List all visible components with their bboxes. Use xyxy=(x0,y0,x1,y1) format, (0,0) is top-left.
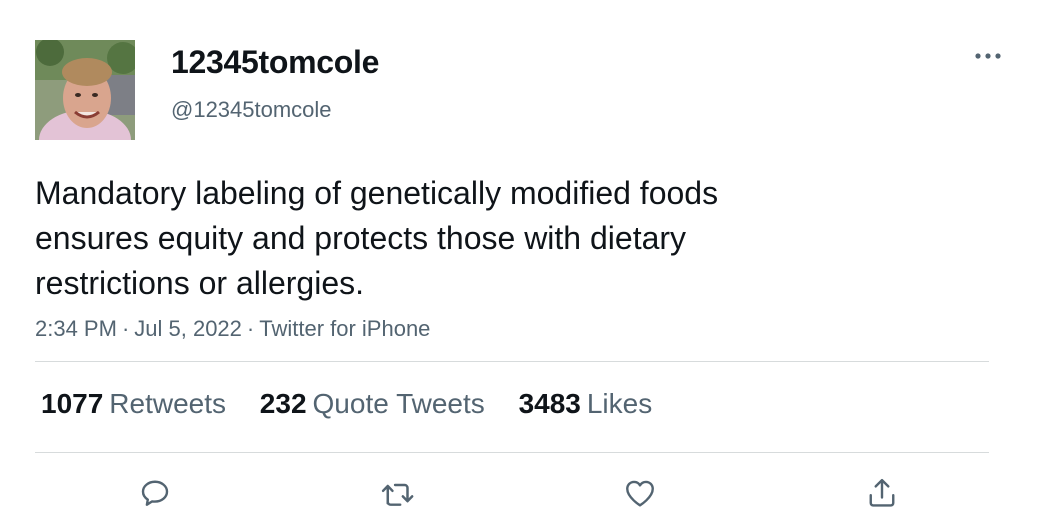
divider xyxy=(35,361,989,362)
share-icon xyxy=(869,478,895,507)
like-button[interactable] xyxy=(620,473,660,513)
retweets-count: 1077 xyxy=(41,388,104,419)
more-horizontal-icon[interactable] xyxy=(972,42,1004,70)
likes-label: Likes xyxy=(586,388,653,419)
quote-tweets-label: Quote Tweets xyxy=(312,388,485,419)
retweet-button[interactable] xyxy=(378,473,418,513)
avatar[interactable] xyxy=(35,40,135,140)
tweet-source[interactable]: Twitter for iPhone xyxy=(259,316,430,341)
tweet-time[interactable]: 2:34 PM xyxy=(35,316,117,341)
tweet-meta: 2:34 PM · Jul 5, 2022 · Twitter for iPhone xyxy=(35,316,430,342)
tweet-card: 12345tomcole @12345tomcole Mandatory lab… xyxy=(0,0,1050,525)
tweet-text: Mandatory labeling of genetically modifi… xyxy=(35,175,719,301)
likes-count: 3483 xyxy=(518,388,581,419)
heart-icon xyxy=(626,480,654,507)
quote-tweets-count: 232 xyxy=(259,388,307,419)
tweet-date[interactable]: Jul 5, 2022 xyxy=(134,316,242,341)
likes-stat[interactable]: 3483 Likes xyxy=(519,388,653,420)
meta-separator: · xyxy=(246,316,255,341)
meta-separator: · xyxy=(121,316,130,341)
avatar-photo xyxy=(35,40,135,140)
retweets-label: Retweets xyxy=(109,388,227,419)
share-button[interactable] xyxy=(862,473,902,513)
handle[interactable]: @12345tomcole xyxy=(171,97,332,123)
quote-tweets-stat[interactable]: 232 Quote Tweets xyxy=(260,388,485,420)
divider xyxy=(35,452,989,453)
reply-icon xyxy=(141,480,169,506)
engagement-stats: 1077 Retweets 232 Quote Tweets 3483 Likes xyxy=(41,388,678,420)
retweet-icon xyxy=(381,483,414,506)
display-name[interactable]: 12345tomcole xyxy=(171,44,379,81)
retweets-stat[interactable]: 1077 Retweets xyxy=(41,388,226,420)
reply-button[interactable] xyxy=(135,473,175,513)
